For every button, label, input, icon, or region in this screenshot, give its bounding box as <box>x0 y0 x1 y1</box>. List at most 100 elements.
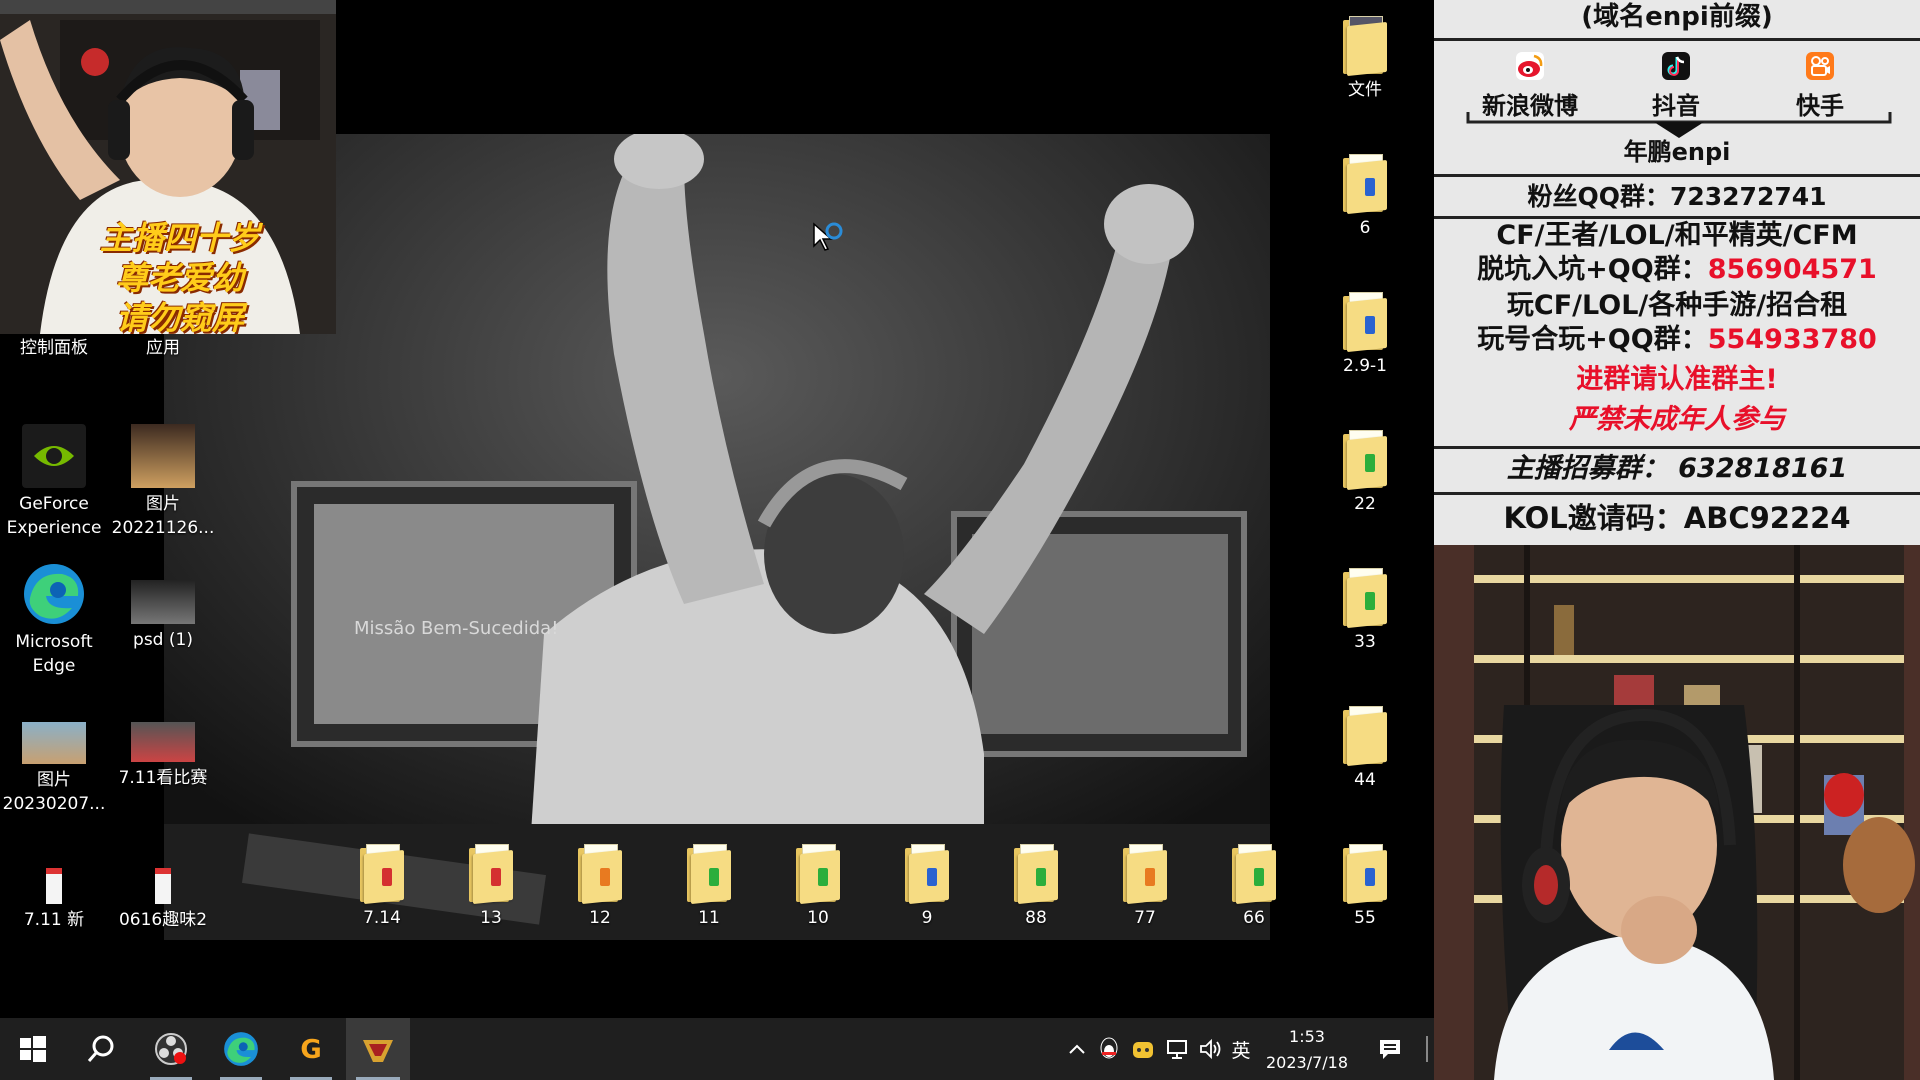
folder-icon <box>1343 568 1387 629</box>
desktop-folder-13[interactable]: 13 <box>436 844 546 930</box>
image-thumbnail-icon <box>131 580 195 624</box>
desktop-folder-33[interactable]: 33 <box>1310 568 1420 654</box>
folder-icon <box>1343 154 1387 215</box>
file-icon <box>46 868 62 904</box>
image-thumbnail-icon <box>131 424 195 488</box>
desktop-folder-12[interactable]: 12 <box>545 844 655 930</box>
desktop-icon-7-11-match[interactable]: 7.11看比赛 <box>108 700 218 790</box>
folder-label: 9 <box>921 908 933 928</box>
recruit-group: 主播招募群： 632818161 <box>1506 453 1848 484</box>
taskbar: G 英 1:53 2023/7/18 <box>0 1018 1434 1080</box>
qq-penguin-icon <box>1100 1037 1118 1059</box>
edge-icon <box>22 562 86 626</box>
desktop-icon-apps[interactable]: 应用 <box>108 336 218 360</box>
search-button[interactable] <box>70 1018 132 1080</box>
folder-label: 22 <box>1354 494 1376 514</box>
webcam-caption: 主播四十岁 尊老爱幼 请勿窥屏 <box>60 218 300 334</box>
panel-divider <box>1434 446 1920 449</box>
desktop-icon-7-11-new[interactable]: 7.11 新 <box>0 868 109 932</box>
chevron-up-icon <box>1069 1044 1085 1054</box>
desktop-folder-88[interactable]: 88 <box>981 844 1091 930</box>
folder-label: 55 <box>1354 908 1376 928</box>
clock-time: 1:53 <box>1289 1027 1325 1046</box>
folder-label: 7.14 <box>363 908 401 928</box>
kol-invite-code: KOL邀请码：ABC92224 <box>1503 501 1851 535</box>
taskbar-clock[interactable]: 1:53 2023/7/18 <box>1252 1024 1362 1076</box>
folder-icon <box>1343 16 1387 77</box>
qq-group-number: 554933780 <box>1707 324 1877 355</box>
notice-verify-owner: 进群请认准群主! <box>1576 364 1778 395</box>
image-thumbnail-icon <box>22 722 86 764</box>
folder-label: 12 <box>589 908 611 928</box>
desktop-folder-2-9-1[interactable]: 2.9-1 <box>1310 292 1420 378</box>
tray-qq-button[interactable] <box>1094 1018 1124 1080</box>
games-line-1: CF/王者/LOL/和平精英/CFM <box>1496 220 1858 251</box>
notice-no-minors: 严禁未成年人参与 <box>1569 404 1785 435</box>
fan-qq-group: 粉丝QQ群：723272741 <box>1527 182 1827 211</box>
svg-text:G: G <box>300 1035 321 1064</box>
folder-icon <box>1343 844 1387 905</box>
search-icon <box>87 1035 114 1062</box>
action-center-button[interactable] <box>1370 1018 1410 1080</box>
desktop-icon-geforce-experience[interactable]: GeForce Experience <box>0 424 109 540</box>
image-thumbnail-icon <box>131 722 195 762</box>
caption-line-3: 请勿窥屏 <box>115 299 244 334</box>
folder-label: 44 <box>1354 770 1376 790</box>
desktop-folder-11[interactable]: 11 <box>654 844 764 930</box>
taskbar-game-g-button[interactable]: G <box>280 1018 342 1080</box>
folder-label: 2.9-1 <box>1343 356 1387 376</box>
games-line-2: 玩CF/LOL/各种手游/招合租 <box>1506 290 1848 321</box>
qq-group-line-2: 玩号合玩+QQ群：554933780 <box>1434 322 1920 358</box>
desktop-folder-9[interactable]: 9 <box>872 844 982 930</box>
folder-icon <box>1232 844 1276 905</box>
desktop-folder-files[interactable]: 文件 <box>1310 16 1420 102</box>
crossfire-icon <box>363 1040 393 1062</box>
dicon-label: GeForce Experience <box>6 494 102 538</box>
network-icon <box>1167 1040 1187 1059</box>
folder-label: 33 <box>1354 632 1376 652</box>
qq-group-line-1: 脱坑入坑+QQ群：856904571 <box>1434 252 1920 288</box>
taskbar-edge-button[interactable] <box>210 1018 272 1080</box>
desktop-icon-control-panel[interactable]: 控制面板 <box>0 336 109 360</box>
desktop-icon-microsoft-edge[interactable]: Microsoft Edge <box>0 562 109 678</box>
caption-line-2: 尊老爱幼 <box>115 259 244 297</box>
desktop-folder-55[interactable]: 55 <box>1310 844 1420 930</box>
desktop-folder-44[interactable]: 44 <box>1310 706 1420 792</box>
file-icon <box>155 868 171 904</box>
folder-icon <box>578 844 622 905</box>
desktop-icon-image-20230207[interactable]: 图片 20230207... <box>0 700 109 816</box>
tray-game-helper-button[interactable] <box>1128 1018 1158 1080</box>
desktop-icon-image-20221126[interactable]: 图片 20221126... <box>108 424 218 540</box>
webcam-top-overlay: 主播四十岁 尊老爱幼 请勿窥屏 <box>0 0 336 334</box>
desktop-folder-22[interactable]: 22 <box>1310 430 1420 516</box>
desktop-folder-7-14[interactable]: 7.14 <box>327 844 437 930</box>
douyin-icon <box>1662 52 1690 80</box>
game-helper-icon <box>1133 1042 1153 1058</box>
desktop-folder-77[interactable]: 77 <box>1090 844 1200 930</box>
taskbar-obs-button[interactable] <box>140 1018 202 1080</box>
taskbar-crossfire-button[interactable] <box>346 1018 410 1080</box>
caption-line-1: 主播四十岁 <box>99 219 260 257</box>
desktop-folder-6[interactable]: 6 <box>1310 154 1420 240</box>
folder-icon <box>687 844 731 905</box>
desktop-icon-0616-fun2[interactable]: 0616趣味2 <box>108 868 218 932</box>
folder-icon <box>1014 844 1058 905</box>
folder-label: 77 <box>1134 908 1156 928</box>
dicon-label: 7.11看比赛 <box>118 768 208 788</box>
tray-network-button[interactable] <box>1162 1018 1192 1080</box>
desktop-icon-psd[interactable]: psd (1) <box>108 562 218 652</box>
panel-divider <box>1434 492 1920 495</box>
start-button[interactable] <box>2 1018 64 1080</box>
tray-show-hidden-button[interactable] <box>1062 1018 1092 1080</box>
folder-label: 13 <box>480 908 502 928</box>
geforce-icon <box>22 424 86 488</box>
desktop-folder-10[interactable]: 10 <box>763 844 873 930</box>
dicon-label: Microsoft Edge <box>15 632 93 676</box>
input-method-label: 英 <box>1231 1039 1251 1062</box>
show-desktop-divider[interactable] <box>1426 1036 1428 1062</box>
desktop-folder-66[interactable]: 66 <box>1199 844 1309 930</box>
speaker-icon <box>1200 1038 1221 1060</box>
dicon-label: 图片 20230207... <box>2 770 106 814</box>
tray-volume-button[interactable] <box>1196 1018 1226 1080</box>
kuaishou-icon <box>1806 52 1834 80</box>
